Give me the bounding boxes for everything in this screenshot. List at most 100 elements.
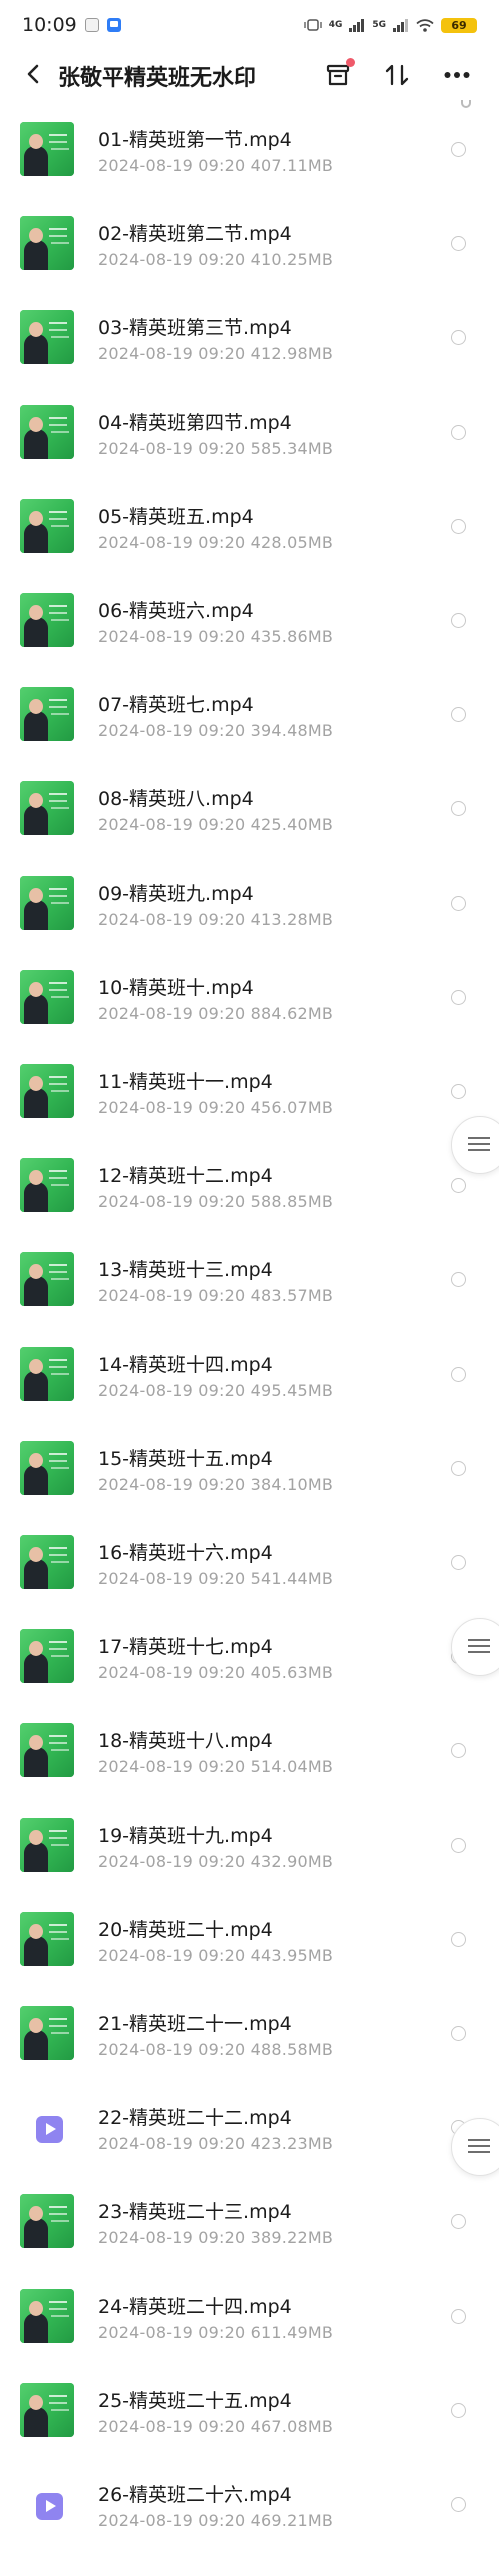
select-radio[interactable] <box>451 1932 466 1947</box>
file-list-item[interactable]: 18-精英班十八.mp4 2024-08-19 09:20 514.04MB <box>0 1699 499 1793</box>
file-meta: 2024-08-19 09:20 495.45MB <box>98 1381 334 1400</box>
file-name: 18-精英班十八.mp4 <box>98 1730 273 1752</box>
select-radio[interactable] <box>451 1838 466 1853</box>
thumbnail-chalk-writing <box>49 1735 67 1737</box>
video-file-icon <box>20 2477 74 2531</box>
file-list-item[interactable]: 24-精英班二十四.mp4 2024-08-19 09:20 611.49MB <box>0 2265 499 2359</box>
file-meta: 2024-08-19 09:20 488.58MB <box>98 2040 334 2059</box>
select-radio[interactable] <box>451 2214 466 2229</box>
thumbnail-teacher <box>24 2018 48 2060</box>
file-meta: 2024-08-19 09:20 884.62MB <box>98 1004 334 1023</box>
file-list-item[interactable]: 12-精英班十二.mp4 2024-08-19 09:20 588.85MB <box>0 1134 499 1228</box>
select-radio[interactable] <box>451 613 466 628</box>
file-list-item[interactable]: 08-精英班八.mp4 2024-08-19 09:20 425.40MB <box>0 757 499 851</box>
file-list-item[interactable]: 15-精英班十五.mp4 2024-08-19 09:20 384.10MB <box>0 1417 499 1511</box>
file-name: 25-精英班二十五.mp4 <box>98 2390 292 2412</box>
select-radio[interactable] <box>451 1743 466 1758</box>
thumbnail-teacher <box>24 1170 48 1212</box>
file-name: 09-精英班九.mp4 <box>98 883 254 905</box>
file-name: 12-精英班十二.mp4 <box>98 1165 273 1187</box>
file-meta: 2024-08-19 09:20 413.28MB <box>98 910 334 929</box>
select-radio[interactable] <box>451 896 466 911</box>
file-list-item[interactable]: 02-精英班第二节.mp4 2024-08-19 09:20 410.25MB <box>0 192 499 286</box>
file-list-item[interactable]: 04-精英班第四节.mp4 2024-08-19 09:20 585.34MB <box>0 381 499 475</box>
file-name: 22-精英班二十二.mp4 <box>98 2107 292 2129</box>
select-radio[interactable] <box>451 425 466 440</box>
thumbnail-teacher <box>24 605 48 647</box>
file-list-item[interactable]: 09-精英班九.mp4 2024-08-19 09:20 413.28MB <box>0 852 499 946</box>
video-thumbnail <box>20 216 74 270</box>
thumbnail-chalk-writing <box>49 793 67 795</box>
file-list-item[interactable]: 22-精英班二十二.mp4 2024-08-19 09:20 423.23MB <box>0 2076 499 2170</box>
thumbnail-teacher <box>24 511 48 553</box>
video-thumbnail <box>20 970 74 1024</box>
file-list-item[interactable]: 05-精英班五.mp4 2024-08-19 09:20 428.05MB <box>0 475 499 569</box>
select-radio[interactable] <box>451 330 466 345</box>
file-list-item[interactable]: 01-精英班第一节.mp4 2024-08-19 09:20 407.11MB <box>0 98 499 192</box>
select-radio[interactable] <box>451 2026 466 2041</box>
select-radio[interactable] <box>451 1555 466 1570</box>
thumbnail-chalk-writing <box>49 1453 67 1455</box>
file-list-item[interactable]: 23-精英班二十三.mp4 2024-08-19 09:20 389.22MB <box>0 2170 499 2264</box>
file-meta: 2024-08-19 09:20 405.63MB <box>98 1663 334 1682</box>
select-radio[interactable] <box>451 1367 466 1382</box>
file-meta: 2024-08-19 09:20 443.95MB <box>98 1946 334 1965</box>
file-meta: 2024-08-19 09:20 389.22MB <box>98 2228 334 2247</box>
select-radio[interactable] <box>451 236 466 251</box>
select-radio[interactable] <box>451 1461 466 1476</box>
video-thumbnail <box>20 1347 74 1401</box>
video-thumbnail <box>20 1441 74 1495</box>
file-name: 24-精英班二十四.mp4 <box>98 2296 292 2318</box>
select-radio[interactable] <box>451 1178 466 1193</box>
file-name: 10-精英班十.mp4 <box>98 977 254 999</box>
thumbnail-teacher <box>24 1264 48 1306</box>
select-radio[interactable] <box>451 142 466 157</box>
file-list-item[interactable]: 25-精英班二十五.mp4 2024-08-19 09:20 467.08MB <box>0 2359 499 2453</box>
file-name: 06-精英班六.mp4 <box>98 600 254 622</box>
thumbnail-chalk-writing <box>49 1547 67 1549</box>
thumbnail-chalk-writing <box>49 1924 67 1926</box>
select-radio[interactable] <box>451 707 466 722</box>
file-list-item[interactable]: 14-精英班十四.mp4 2024-08-19 09:20 495.45MB <box>0 1323 499 1417</box>
select-radio[interactable] <box>451 801 466 816</box>
thumbnail-teacher <box>24 2206 48 2248</box>
file-list-item[interactable]: 26-精英班二十六.mp4 2024-08-19 09:20 469.21MB <box>0 2453 499 2547</box>
thumbnail-teacher <box>24 888 48 930</box>
file-list: 01-精英班第一节.mp4 2024-08-19 09:20 407.11MB 02… <box>0 0 499 2560</box>
play-icon <box>36 2116 63 2143</box>
select-radio[interactable] <box>451 2309 466 2324</box>
file-list-item[interactable]: 17-精英班十七.mp4 2024-08-19 09:20 405.63MB <box>0 1605 499 1699</box>
video-thumbnail <box>20 687 74 741</box>
thumbnail-chalk-writing <box>49 1170 67 1172</box>
video-thumbnail <box>20 1818 74 1872</box>
file-list-item[interactable]: 13-精英班十三.mp4 2024-08-19 09:20 483.57MB <box>0 1228 499 1322</box>
file-list-item[interactable]: 20-精英班二十.mp4 2024-08-19 09:20 443.95MB <box>0 1888 499 1982</box>
file-list-item[interactable]: 19-精英班十九.mp4 2024-08-19 09:20 432.90MB <box>0 1794 499 1888</box>
file-name: 13-精英班十三.mp4 <box>98 1259 273 1281</box>
select-radio[interactable] <box>451 2497 466 2512</box>
select-radio[interactable] <box>451 519 466 534</box>
select-radio[interactable] <box>451 1084 466 1099</box>
select-radio[interactable] <box>451 1272 466 1287</box>
thumbnail-teacher <box>24 1359 48 1401</box>
thumbnail-teacher <box>24 1830 48 1872</box>
file-name: 03-精英班第三节.mp4 <box>98 317 292 339</box>
video-thumbnail <box>20 781 74 835</box>
menu-handle-icon <box>468 1137 490 1139</box>
file-list-item[interactable]: 11-精英班十一.mp4 2024-08-19 09:20 456.07MB <box>0 1040 499 1134</box>
file-list-item[interactable]: 21-精英班二十一.mp4 2024-08-19 09:20 488.58MB <box>0 1982 499 2076</box>
file-list-item[interactable]: 03-精英班第三节.mp4 2024-08-19 09:20 412.98MB <box>0 286 499 380</box>
thumbnail-teacher <box>24 699 48 741</box>
file-list-item[interactable]: 07-精英班七.mp4 2024-08-19 09:20 394.48MB <box>0 663 499 757</box>
file-list-item[interactable]: 06-精英班六.mp4 2024-08-19 09:20 435.86MB <box>0 569 499 663</box>
file-list-item[interactable]: 10-精英班十.mp4 2024-08-19 09:20 884.62MB <box>0 946 499 1040</box>
thumbnail-teacher <box>24 1453 48 1495</box>
file-meta: 2024-08-19 09:20 435.86MB <box>98 627 334 646</box>
file-meta: 2024-08-19 09:20 467.08MB <box>98 2417 334 2436</box>
file-list-item[interactable]: 16-精英班十六.mp4 2024-08-19 09:20 541.44MB <box>0 1511 499 1605</box>
file-meta: 2024-08-19 09:20 541.44MB <box>98 1569 334 1588</box>
video-thumbnail <box>20 1629 74 1683</box>
select-radio[interactable] <box>451 2403 466 2418</box>
select-radio[interactable] <box>451 990 466 1005</box>
file-meta: 2024-08-19 09:20 456.07MB <box>98 1098 334 1117</box>
